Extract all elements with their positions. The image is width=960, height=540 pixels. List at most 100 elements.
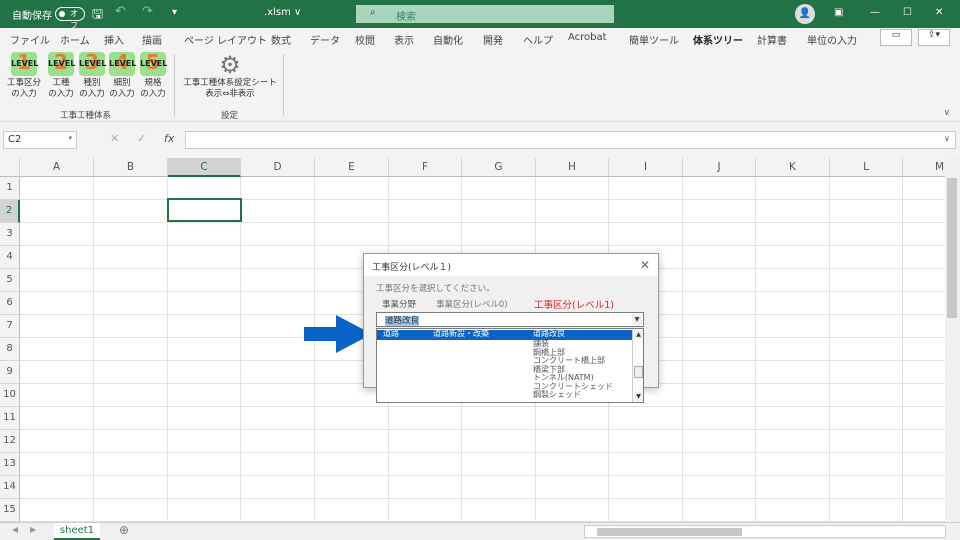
horizontal-scrollbar[interactable] (584, 525, 946, 538)
column-header-H[interactable]: H (536, 158, 609, 177)
undo-icon[interactable]: ↶ (115, 4, 126, 19)
list-scrollbar[interactable]: ▲ ▼ (632, 329, 643, 402)
autosave-toggle[interactable]: オフ (55, 7, 85, 30)
file-name[interactable]: .xlsm ∨ (264, 7, 301, 18)
row-header-5[interactable]: 5 (0, 269, 20, 292)
column-header-J[interactable]: J (683, 158, 756, 177)
autosave-label: 自動保存 (12, 11, 52, 22)
level1-icon: 1 LEVEL (11, 50, 39, 76)
formula-bar: C2 ▾ ✕ ✓ fx ∨ (0, 122, 960, 158)
tab-review[interactable]: 校閲 (355, 32, 375, 47)
column-header-G[interactable]: G (462, 158, 536, 177)
row-header-14[interactable]: 14 (0, 476, 20, 499)
row-header-1[interactable]: 1 (0, 177, 20, 200)
row-header-7[interactable]: 7 (0, 315, 20, 338)
row-header-12[interactable]: 12 (0, 430, 20, 453)
tab-acrobat[interactable]: Acrobat (568, 32, 607, 43)
column-header-F[interactable]: F (389, 158, 462, 177)
tab-insert[interactable]: 挿入 (104, 32, 124, 47)
dialog-title: 工事区分(レベル１) (364, 254, 658, 276)
row-header-4[interactable]: 4 (0, 246, 20, 269)
column-header-D[interactable]: D (241, 158, 315, 177)
row-header-9[interactable]: 9 (0, 361, 20, 384)
list-item[interactable]: 鋼製シェッド (377, 390, 633, 401)
settings-sheet-toggle-button[interactable]: ⚙ 工事工種体系設定シート 表示⇔非表示 (180, 52, 280, 100)
level2-icon: 2 LEVEL (48, 50, 76, 76)
redo-icon[interactable]: ↷ (142, 4, 153, 19)
level1-combobox[interactable]: 道路改良 ▼ (376, 312, 644, 327)
next-sheet-icon[interactable]: ▶ (30, 525, 36, 534)
level4-icon: 4 LEVEL (109, 50, 137, 76)
minimize-icon[interactable]: — (870, 7, 880, 18)
close-icon[interactable]: ✕ (935, 7, 943, 18)
tab-keisansho[interactable]: 計算書 (757, 32, 787, 47)
level2-button[interactable]: 2 LEVEL 工種 の入力 (44, 50, 78, 100)
comments-button[interactable]: ▭ (880, 29, 912, 46)
expand-formula-icon[interactable]: ∨ (944, 134, 950, 143)
select-all-corner[interactable] (0, 158, 20, 177)
cancel-icon[interactable]: ✕ (110, 132, 119, 145)
row-header-6[interactable]: 6 (0, 292, 20, 315)
scroll-down-icon[interactable]: ▼ (634, 392, 643, 401)
level1-dropdown-list[interactable]: 道路 道路新設・改築 道路改良 舗装 鋼橋上部 コンクリート橋上部 橋梁下部 トンネ… (376, 328, 644, 403)
row-header-3[interactable]: 3 (0, 223, 20, 246)
tab-automate[interactable]: 自動化 (433, 32, 463, 47)
tab-unit-input[interactable]: 単位の入力 (807, 32, 857, 47)
row-header-15[interactable]: 15 (0, 499, 20, 522)
tab-page-layout[interactable]: ページ レイアウト (184, 32, 267, 47)
sheet-tab-sheet1[interactable]: sheet1 (54, 523, 100, 540)
row-header-11[interactable]: 11 (0, 407, 20, 430)
customize-icon[interactable]: ▾ (172, 7, 177, 18)
selected-cell[interactable] (167, 198, 242, 222)
column-header-E[interactable]: E (315, 158, 389, 177)
row-header-2[interactable]: 2 (0, 200, 20, 223)
tab-data[interactable]: データ (310, 32, 340, 47)
tab-help[interactable]: ヘルプ (523, 32, 553, 47)
prev-sheet-icon[interactable]: ◀ (12, 525, 18, 534)
scroll-up-icon[interactable]: ▲ (634, 330, 643, 339)
column-header-M[interactable]: M (903, 158, 945, 177)
gear-icon: ⚙ (219, 51, 241, 79)
tab-developer[interactable]: 開発 (483, 32, 503, 47)
column-header-C[interactable]: C (168, 158, 241, 177)
name-box[interactable]: C2 ▾ (3, 131, 77, 149)
avatar[interactable]: 👤 (795, 4, 815, 24)
level3-button[interactable]: 3 LEVEL 種別 の入力 (75, 50, 109, 100)
save-icon[interactable]: 🖫 (92, 5, 103, 27)
formula-input[interactable] (185, 131, 956, 149)
column-header-I[interactable]: I (609, 158, 683, 177)
tab-draw[interactable]: 描画 (142, 32, 162, 47)
column-header-K[interactable]: K (756, 158, 830, 177)
collapse-ribbon-icon[interactable]: ∨ (943, 108, 950, 118)
search-box[interactable]: ⌕ 検索 (356, 5, 614, 23)
share-button[interactable]: ⇪▾ (918, 29, 950, 46)
column-header-L[interactable]: L (830, 158, 903, 177)
level4-button[interactable]: 4 LEVEL 細別 の入力 (105, 50, 139, 100)
list-item[interactable]: 道路 道路新設・改築 道路改良 (377, 329, 633, 340)
group-label-koji: 工事工種体系 (60, 111, 112, 121)
maximize-icon[interactable]: ☐ (903, 7, 912, 18)
tab-easy-tools[interactable]: 簡単ツール (629, 32, 679, 47)
level5-button[interactable]: 5 LEVEL 規格 の入力 (136, 50, 170, 100)
ribbon-display-icon[interactable]: ▣ (834, 7, 843, 18)
row-header-13[interactable]: 13 (0, 453, 20, 476)
enter-icon[interactable]: ✓ (137, 132, 146, 145)
dropdown-arrow-icon[interactable]: ▼ (632, 314, 642, 325)
column-header-A[interactable]: A (20, 158, 94, 177)
tab-view[interactable]: 表示 (394, 32, 414, 47)
dialog-close-icon[interactable]: ✕ (640, 258, 650, 272)
tab-formulas[interactable]: 数式 (271, 32, 291, 47)
header-level0: 事業区分(レベル0) (436, 300, 508, 310)
row-header-10[interactable]: 10 (0, 384, 20, 407)
tab-home[interactable]: ホーム (60, 32, 90, 47)
vertical-scrollbar[interactable] (945, 158, 960, 522)
level1-button[interactable]: 1 LEVEL 工事区分 の入力 (7, 50, 41, 100)
search-placeholder: 検索 (396, 12, 416, 23)
row-header-8[interactable]: 8 (0, 338, 20, 361)
level3-icon: 3 LEVEL (79, 50, 107, 76)
fx-icon[interactable]: fx (164, 132, 174, 145)
column-header-B[interactable]: B (94, 158, 168, 177)
add-sheet-icon[interactable]: ⊕ (119, 523, 129, 537)
tab-file[interactable]: ファイル (10, 32, 50, 47)
scroll-thumb[interactable] (634, 366, 643, 378)
